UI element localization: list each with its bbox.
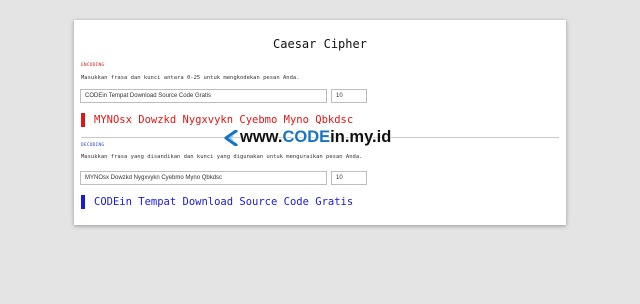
encoding-section-label: ENCODING bbox=[81, 63, 105, 68]
page-title: Caesar Cipher bbox=[273, 37, 367, 51]
chevron-left-icon bbox=[224, 129, 238, 146]
encoding-description: Masukkan frasa dan kunci antara 0-25 unt… bbox=[81, 75, 300, 81]
decoding-key-input[interactable]: 10 bbox=[331, 171, 367, 185]
watermark-brand: CODE bbox=[282, 128, 331, 146]
decoding-text-input[interactable]: MYNOsx Dowzkd Nygxvykn Cyebmo Myno Qbkds… bbox=[80, 171, 327, 185]
decoding-description: Masukkan frasa yang disandikan dan kunci… bbox=[81, 154, 363, 160]
encoding-text-input[interactable]: CODEin Tempat Download Source Code Grati… bbox=[80, 89, 327, 103]
watermark-suffix: in.my.id bbox=[330, 128, 392, 146]
watermark-prefix: www. bbox=[240, 128, 283, 146]
watermark-logo: www. CODE in.my.id bbox=[224, 128, 391, 147]
decoding-result: CODEin Tempat Download Source Code Grati… bbox=[81, 195, 353, 209]
encoding-key-input[interactable]: 10 bbox=[331, 89, 367, 103]
caesar-cipher-card: Caesar Cipher ENCODING Masukkan frasa da… bbox=[74, 20, 566, 225]
decoding-section-label: DECODING bbox=[81, 143, 105, 148]
encoding-result: MYNOsx Dowzkd Nygxvykn Cyebmo Myno Qbkds… bbox=[81, 113, 353, 127]
